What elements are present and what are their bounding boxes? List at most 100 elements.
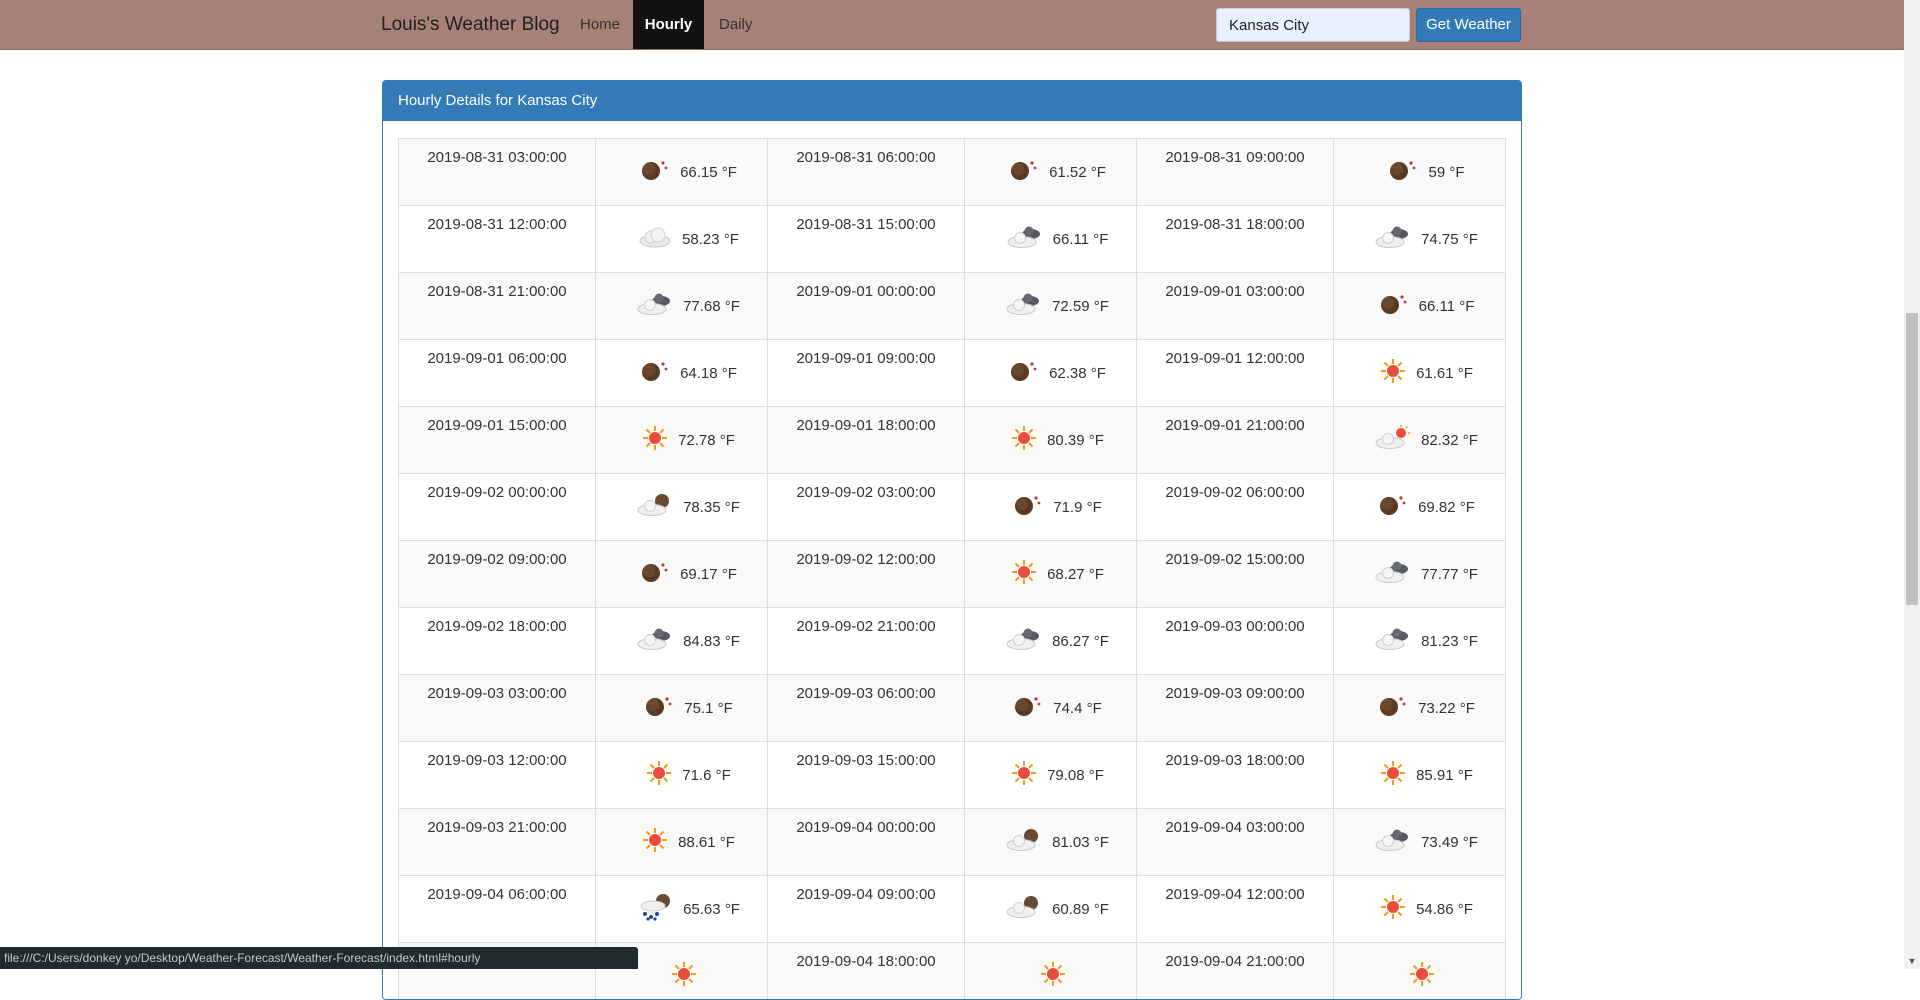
forecast-time-cell: 2019-09-03 21:00:00 <box>399 809 596 876</box>
forecast-temperature: 86.27 °F <box>1052 633 1109 650</box>
forecast-time: 2019-09-01 09:00:00 <box>768 340 964 367</box>
forecast-temperature: 59 °F <box>1428 164 1464 181</box>
forecast-time-cell: 2019-09-01 15:00:00 <box>399 407 596 474</box>
forecast-temperature: 74.75 °F <box>1421 231 1478 248</box>
forecast-time-cell: 2019-09-02 12:00:00 <box>768 541 965 608</box>
sun-icon <box>669 959 699 993</box>
brand-link[interactable]: Louis's Weather Blog <box>381 0 560 49</box>
forecast-time-cell: 2019-09-02 21:00:00 <box>768 608 965 675</box>
night-clear-icon <box>1011 693 1045 723</box>
forecast-time: 2019-09-02 15:00:00 <box>1137 541 1333 568</box>
forecast-temperature: 78.35 °F <box>683 499 740 516</box>
forecast-temp-cell: 61.61 °F <box>1334 340 1506 407</box>
forecast-time: 2019-08-31 06:00:00 <box>768 139 964 166</box>
browser-status-bar: file:///C:/Users/donkey yo/Desktop/Weath… <box>0 947 638 969</box>
nav-daily-link[interactable]: Daily <box>719 0 752 49</box>
table-row: 2019-09-03 03:00:0075.1 °F2019-09-03 06:… <box>399 675 1506 742</box>
forecast-temperature: 79.08 °F <box>1047 767 1104 784</box>
night-cloudy-icon <box>1004 894 1044 924</box>
get-weather-button[interactable]: Get Weather <box>1416 8 1521 42</box>
night-clear-icon <box>1386 157 1420 187</box>
sun-icon <box>1378 356 1408 390</box>
broken-clouds-icon <box>1004 626 1044 656</box>
forecast-temperature: 71.6 °F <box>682 767 731 784</box>
night-cloudy-icon <box>635 492 675 522</box>
forecast-time-cell: 2019-09-04 12:00:00 <box>1137 876 1334 943</box>
table-row: 2019-09-01 06:00:0064.18 °F2019-09-01 09… <box>399 340 1506 407</box>
forecast-time: 2019-09-04 03:00:00 <box>1137 809 1333 836</box>
forecast-time-cell: 2019-09-03 18:00:00 <box>1137 742 1334 809</box>
forecast-time: 2019-09-04 12:00:00 <box>1137 876 1333 903</box>
hourly-table: 2019-08-31 03:00:0066.15 °F2019-08-31 06… <box>398 138 1506 1000</box>
forecast-time: 2019-08-31 09:00:00 <box>1137 139 1333 166</box>
night-rain-icon <box>635 893 675 925</box>
broken-clouds-icon <box>1373 224 1413 254</box>
night-clear-icon <box>1376 693 1410 723</box>
sun-icon <box>640 423 670 457</box>
table-row: 2019-09-03 21:00:00 88.61 °F 2019-09-04 00… <box>399 809 1506 876</box>
forecast-temp-cell: 73.49 °F <box>1334 809 1506 876</box>
scrollbar-thumb[interactable] <box>1906 313 1918 605</box>
forecast-time-cell: 2019-08-31 12:00:00 <box>399 206 596 273</box>
forecast-time-cell: 2019-09-04 18:00:00 <box>768 943 965 1000</box>
forecast-temp-cell <box>965 943 1137 1000</box>
forecast-time: 2019-09-04 00:00:00 <box>768 809 964 836</box>
forecast-time: 2019-08-31 12:00:00 <box>399 206 595 233</box>
forecast-temp-cell: 71.6 °F <box>596 742 768 809</box>
forecast-time: 2019-09-02 06:00:00 <box>1137 474 1333 501</box>
nav-hourly-link[interactable]: Hourly <box>633 0 704 49</box>
forecast-temp-cell: 72.59 °F <box>965 273 1137 340</box>
forecast-temp-cell: 74.75 °F <box>1334 206 1506 273</box>
forecast-time-cell: 2019-09-04 03:00:00 <box>1137 809 1334 876</box>
forecast-temperature: 66.11 °F <box>1053 231 1109 248</box>
city-search-input[interactable] <box>1216 8 1410 42</box>
forecast-temp-cell: 69.17 °F <box>596 541 768 608</box>
forecast-time: 2019-09-02 12:00:00 <box>768 541 964 568</box>
forecast-temp-cell: 69.82 °F <box>1334 474 1506 541</box>
cloud-icon <box>636 224 674 254</box>
night-clear-icon <box>638 358 672 388</box>
forecast-time: 2019-09-01 21:00:00 <box>1137 407 1333 434</box>
sun-icon <box>1009 557 1039 591</box>
night-clear-icon <box>638 157 672 187</box>
hourly-panel: Hourly Details for Kansas City 2019-08-3… <box>382 80 1522 1000</box>
forecast-temperature: 77.68 °F <box>683 298 740 315</box>
forecast-temperature: 74.4 °F <box>1053 700 1102 717</box>
forecast-time: 2019-09-02 09:00:00 <box>399 541 595 568</box>
forecast-time-cell: 2019-08-31 15:00:00 <box>768 206 965 273</box>
forecast-time-cell: 2019-09-02 18:00:00 <box>399 608 596 675</box>
forecast-temperature: 60.89 °F <box>1052 901 1109 918</box>
forecast-time: 2019-09-02 21:00:00 <box>768 608 964 635</box>
forecast-temp-cell: 78.35 °F <box>596 474 768 541</box>
forecast-time: 2019-09-03 06:00:00 <box>768 675 964 702</box>
table-row: 2019-09-02 00:00:0078.35 °F2019-09-02 03… <box>399 474 1506 541</box>
forecast-time: 2019-09-02 03:00:00 <box>768 474 964 501</box>
forecast-temp-cell: 84.83 °F <box>596 608 768 675</box>
forecast-time: 2019-09-02 18:00:00 <box>399 608 595 635</box>
forecast-time-cell: 2019-09-01 03:00:00 <box>1137 273 1334 340</box>
forecast-temp-cell: 81.03 °F <box>965 809 1137 876</box>
forecast-temp-cell: 68.27 °F <box>965 541 1137 608</box>
forecast-time-cell: 2019-09-03 15:00:00 <box>768 742 965 809</box>
table-row: 2019-09-02 18:00:0084.83 °F2019-09-02 21… <box>399 608 1506 675</box>
forecast-time: 2019-08-31 15:00:00 <box>768 206 964 233</box>
forecast-time-cell: 2019-09-01 09:00:00 <box>768 340 965 407</box>
forecast-time: 2019-09-03 03:00:00 <box>399 675 595 702</box>
forecast-temp-cell: 88.61 °F <box>596 809 768 876</box>
forecast-temp-cell: 59 °F <box>1334 139 1506 206</box>
forecast-temperature: 69.82 °F <box>1418 499 1475 516</box>
forecast-temp-cell: 86.27 °F <box>965 608 1137 675</box>
forecast-time-cell: 2019-09-01 18:00:00 <box>768 407 965 474</box>
nav-home-link[interactable]: Home <box>580 0 620 49</box>
forecast-time: 2019-09-01 12:00:00 <box>1137 340 1333 367</box>
scroll-down-arrow-icon[interactable]: ▼ <box>1906 955 1918 967</box>
forecast-temp-cell: 58.23 °F <box>596 206 768 273</box>
forecast-time: 2019-09-03 15:00:00 <box>768 742 964 769</box>
forecast-time-cell: 2019-09-03 00:00:00 <box>1137 608 1334 675</box>
forecast-temperature: 88.61 °F <box>678 834 735 851</box>
forecast-temp-cell: 85.91 °F <box>1334 742 1506 809</box>
forecast-temp-cell: 75.1 °F <box>596 675 768 742</box>
forecast-time: 2019-09-01 18:00:00 <box>768 407 964 434</box>
forecast-temperature: 73.22 °F <box>1418 700 1475 717</box>
forecast-temperature: 69.17 °F <box>680 566 737 583</box>
